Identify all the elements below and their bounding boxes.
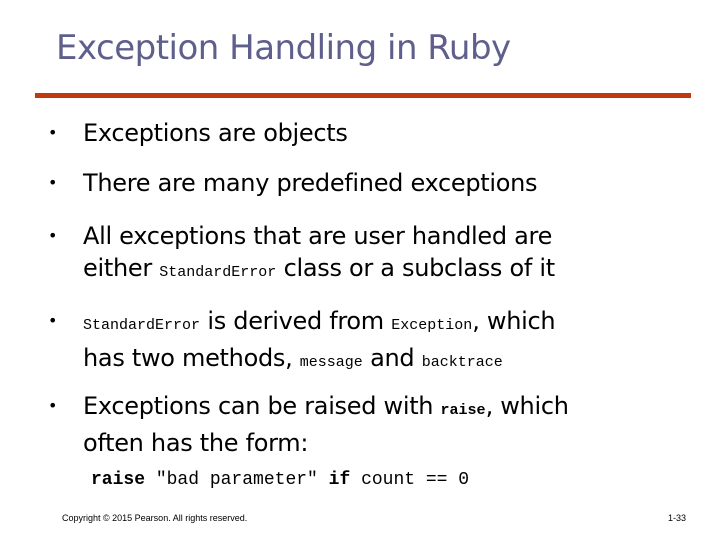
bullet-icon: •	[48, 173, 58, 192]
bullet-text-segment: and	[362, 344, 422, 372]
bullet-item: • Exceptions can be raised with raise, w…	[48, 390, 698, 459]
inline-code: raise	[440, 402, 486, 419]
bullet-text-segment: has two methods,	[83, 344, 300, 372]
code-keyword: if	[328, 470, 351, 490]
bullet-text: StandardError is derived from Exception,…	[83, 305, 698, 379]
inline-code: message	[299, 354, 363, 371]
bullet-text-segment: , which	[485, 392, 569, 420]
bullet-item: • Exceptions are objects	[48, 117, 698, 149]
bullet-text: All exceptions that are user handled are…	[83, 220, 698, 289]
bullet-text-segment: is derived from	[200, 307, 392, 335]
bullet-text-segment: either	[83, 254, 160, 282]
bullet-icon: •	[48, 226, 58, 245]
code-example: raise "bad parameter" if count == 0	[91, 470, 469, 490]
copyright-notice: Copyright © 2015 Pearson. All rights res…	[62, 513, 248, 523]
inline-code: StandardError	[83, 317, 201, 334]
bullet-line: All exceptions that are user handled are	[83, 222, 553, 250]
bullet-text: Exceptions are objects	[83, 119, 348, 147]
bullet-item: • There are many predefined exceptions	[48, 167, 698, 199]
bullet-icon: •	[48, 396, 58, 415]
title-divider	[35, 93, 691, 98]
bullet-item: • All exceptions that are user handled a…	[48, 220, 698, 289]
bullet-text-segment: , which	[472, 307, 556, 335]
bullet-text: There are many predefined exceptions	[83, 169, 538, 197]
bullet-icon: •	[48, 123, 58, 142]
inline-code: backtrace	[421, 354, 503, 371]
inline-code: Exception	[391, 317, 473, 334]
bullet-text-segment: Exceptions can be raised with	[83, 392, 441, 420]
bullet-text-segment: class or a subclass of it	[276, 254, 556, 282]
inline-code: StandardError	[159, 264, 277, 281]
bullet-item: • StandardError is derived from Exceptio…	[48, 305, 698, 379]
code-keyword: raise	[91, 470, 146, 490]
page-number: 1-33	[668, 513, 687, 523]
bullet-text: Exceptions can be raised with raise, whi…	[83, 390, 698, 459]
code-string: "bad parameter"	[145, 470, 329, 490]
bullet-line: often has the form:	[83, 429, 309, 457]
slide-title: Exception Handling in Ruby	[56, 28, 511, 68]
code-expression: count == 0	[350, 470, 470, 490]
bullet-icon: •	[48, 311, 58, 330]
